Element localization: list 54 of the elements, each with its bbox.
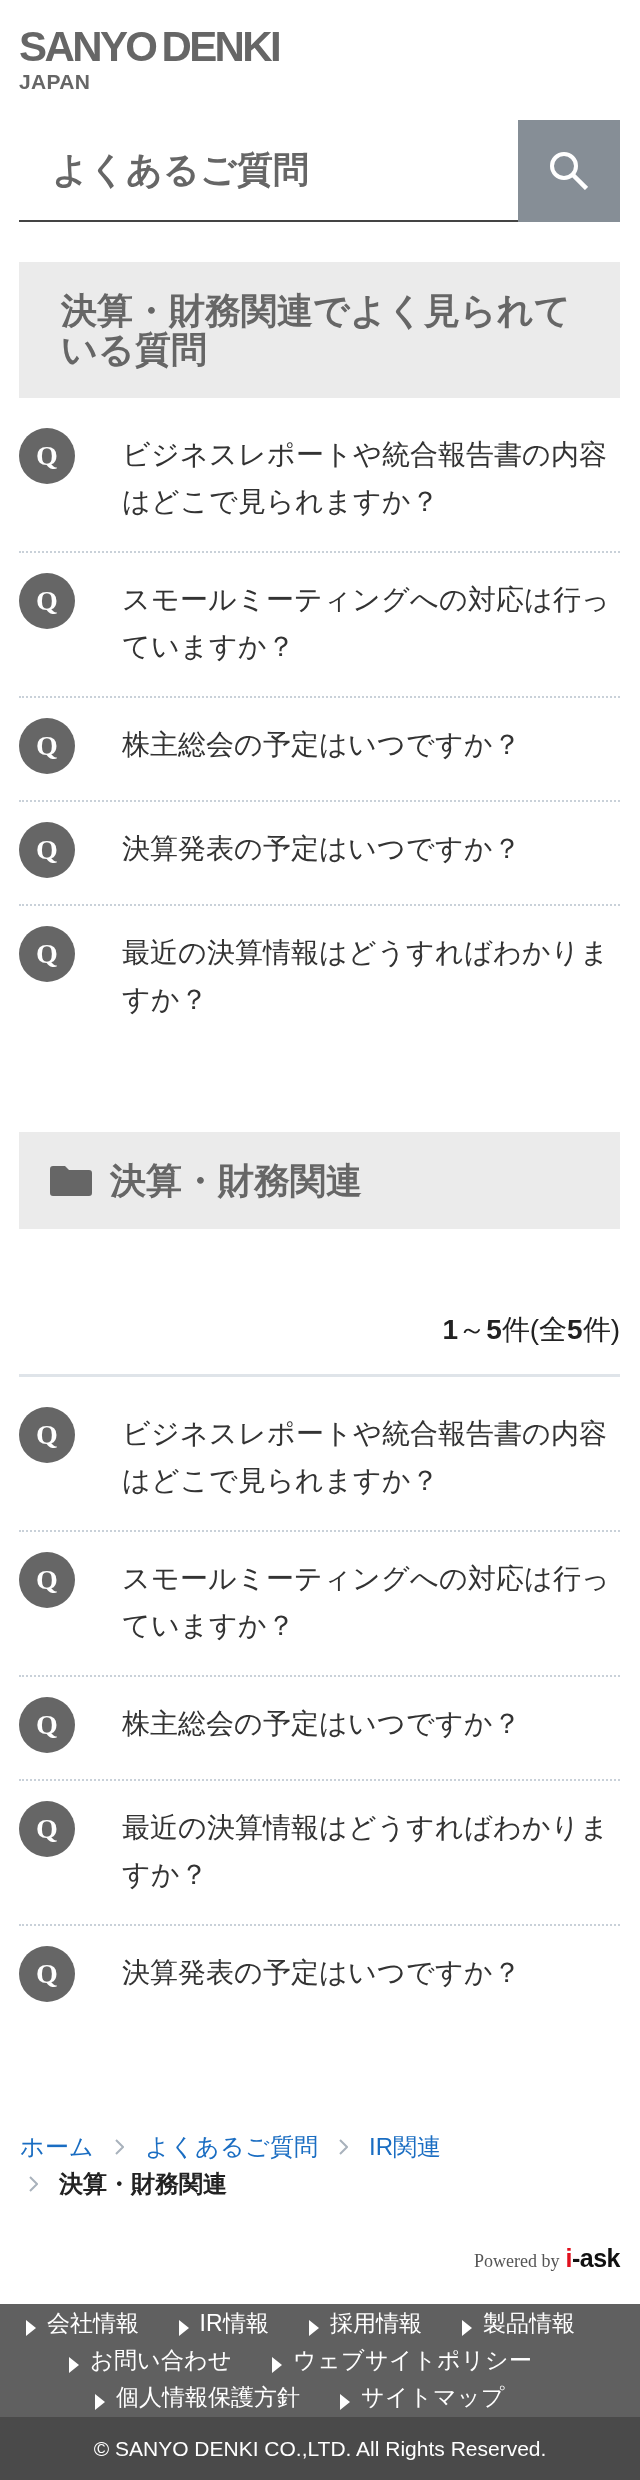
company-logo[interactable]: SANYO DENKI JAPAN xyxy=(19,26,280,92)
question-link[interactable]: 株主総会の予定はいつですか？ xyxy=(122,1700,521,1747)
breadcrumb-link[interactable]: よくあるご質問 xyxy=(145,2128,318,2165)
caret-icon xyxy=(271,2356,282,2373)
question-badge: Q xyxy=(19,1801,75,1857)
question-badge: Q xyxy=(19,926,75,982)
caret-icon xyxy=(68,2356,79,2373)
question-badge: Q xyxy=(19,1552,75,1608)
question-link[interactable]: 決算発表の予定はいつですか？ xyxy=(122,1949,521,1996)
question-badge: Q xyxy=(19,428,75,484)
question-badge: Q xyxy=(19,1407,75,1463)
chevron-icon xyxy=(339,2138,348,2155)
footer-link[interactable]: ウェブサイトポリシー xyxy=(271,2342,532,2379)
powered-by-text: Powered by xyxy=(474,2250,560,2273)
category-title: 決算・財務関連 xyxy=(110,1161,362,1200)
result-count: 1～5件(全5件) xyxy=(442,1313,620,1347)
question-link[interactable]: スモールミーティングへの対応は行っていますか？ xyxy=(122,576,620,670)
question-link[interactable]: ビジネスレポートや統合報告書の内容はどこで見られますか？ xyxy=(122,1410,620,1504)
footer-link[interactable]: 個人情報保護方針 xyxy=(95,2379,300,2416)
chevron-icon xyxy=(29,2175,38,2192)
caret-icon xyxy=(461,2319,472,2336)
chevron-icon xyxy=(115,2138,124,2155)
footer-link[interactable]: 製品情報 xyxy=(461,2305,575,2342)
footer-link[interactable]: 会社情報 xyxy=(25,2305,139,2342)
question-link[interactable]: ビジネスレポートや統合報告書の内容はどこで見られますか？ xyxy=(122,431,620,525)
caret-icon xyxy=(95,2393,105,2410)
caret-icon xyxy=(340,2393,350,2410)
section-title: 決算・財務関連でよく見られている質問 xyxy=(61,291,572,369)
page-title: よくあるご質問 xyxy=(52,148,309,192)
question-badge: Q xyxy=(19,718,75,774)
footer-link[interactable]: お問い合わせ xyxy=(68,2342,232,2379)
question-link[interactable]: 決算発表の予定はいつですか？ xyxy=(122,825,521,872)
breadcrumb-link[interactable]: IR関連 xyxy=(369,2128,441,2165)
question-link[interactable]: 最近の決算情報はどうすればわかりますか？ xyxy=(122,1804,620,1898)
folder-icon xyxy=(50,1165,92,1196)
question-badge: Q xyxy=(19,573,75,629)
search-icon xyxy=(550,152,588,190)
caret-icon xyxy=(308,2319,319,2336)
caret-icon xyxy=(178,2319,189,2336)
breadcrumb-current: 決算・財務関連 xyxy=(59,2169,227,2199)
footer-link[interactable]: 採用情報 xyxy=(308,2305,422,2342)
question-link[interactable]: スモールミーティングへの対応は行っていますか？ xyxy=(122,1555,620,1649)
copyright-text: © SANYO DENKI CO.,LTD. All Rights Reserved. xyxy=(93,2435,547,2462)
powered-by-logo[interactable]: i-ask xyxy=(565,2242,620,2274)
footer-link[interactable]: IR情報 xyxy=(178,2305,269,2342)
question-badge: Q xyxy=(19,822,75,878)
breadcrumb-link[interactable]: ホーム xyxy=(20,2128,94,2165)
question-badge: Q xyxy=(19,1946,75,2002)
question-link[interactable]: 最近の決算情報はどうすればわかりますか？ xyxy=(122,929,620,1023)
search-button[interactable] xyxy=(518,120,620,222)
question-badge: Q xyxy=(19,1697,75,1753)
caret-icon xyxy=(25,2319,36,2336)
footer-link[interactable]: サイトマップ xyxy=(340,2379,505,2416)
question-link[interactable]: 株主総会の予定はいつですか？ xyxy=(122,721,521,768)
